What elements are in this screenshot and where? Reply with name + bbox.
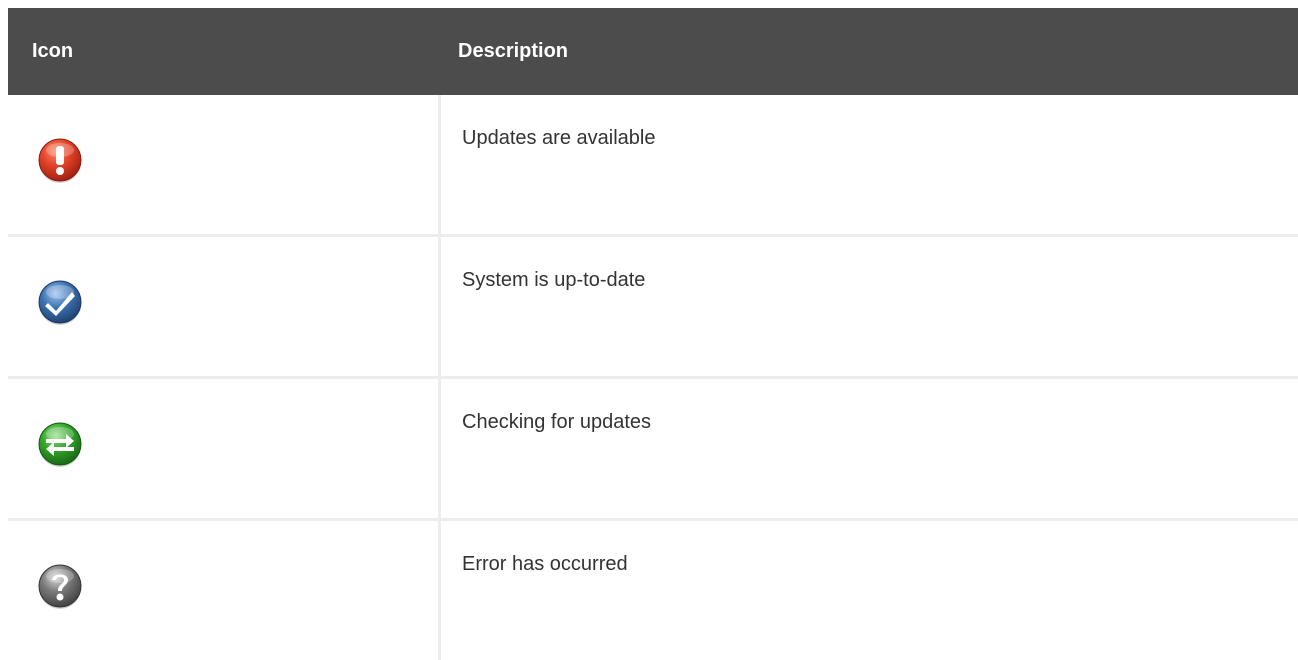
table-row: System is up-to-date (8, 237, 1298, 379)
table-row: Error has occurred (8, 521, 1298, 660)
row-description: System is up-to-date (462, 269, 646, 291)
row-description: Checking for updates (462, 411, 652, 433)
status-icons-table: Icon Description Updates are available S… (8, 8, 1298, 660)
gray-question-mark-icon (37, 564, 83, 610)
column-divider (438, 237, 441, 376)
row-description: Updates are available (462, 127, 656, 149)
header-icon: Icon (32, 40, 74, 62)
table-row: Updates are available (8, 95, 1298, 237)
blue-checkmark-icon (37, 280, 83, 326)
red-exclamation-icon (37, 138, 83, 184)
green-exchange-arrows-icon (37, 422, 83, 468)
table-row: Checking for updates (8, 379, 1298, 521)
column-divider (438, 95, 441, 234)
header-description: Description (458, 40, 569, 62)
row-description: Error has occurred (462, 553, 628, 575)
column-divider (438, 521, 441, 660)
table-header: Icon Description (8, 8, 1298, 95)
column-divider (438, 379, 441, 518)
